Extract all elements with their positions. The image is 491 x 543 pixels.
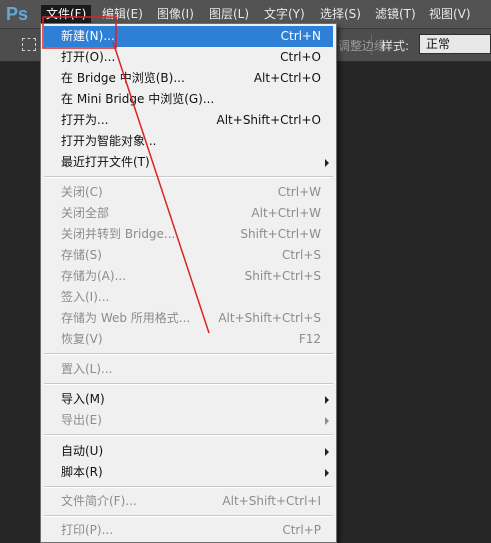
menu-image[interactable]: 图像(I): [152, 5, 199, 23]
menu-type[interactable]: 文字(Y): [259, 5, 310, 23]
menu-item-scripts[interactable]: 脚本(R): [44, 462, 333, 483]
style-label: 样式:: [381, 39, 410, 53]
menu-item-save[interactable]: 存储(S) Ctrl+S: [44, 245, 333, 266]
menu-item-label: 新建(N)...: [61, 29, 115, 43]
menu-select[interactable]: 选择(S): [315, 5, 366, 23]
menu-item-open[interactable]: 打开(O)... Ctrl+O: [44, 47, 333, 68]
submenu-arrow-icon: [325, 159, 329, 167]
menu-edit[interactable]: 编辑(E): [97, 5, 148, 23]
menu-item-open-as[interactable]: 打开为... Alt+Shift+Ctrl+O: [44, 110, 333, 131]
menu-item-shortcut: Ctrl+P: [282, 523, 321, 537]
menu-item-shortcut: Shift+Ctrl+S: [244, 269, 321, 283]
marquee-tool-icon[interactable]: [22, 38, 36, 51]
photoshop-logo: Ps: [6, 4, 29, 24]
menu-item-check-in[interactable]: 签入(I)...: [44, 287, 333, 308]
menu-item-save-as[interactable]: 存储为(A)... Shift+Ctrl+S: [44, 266, 333, 287]
menu-item-shortcut: F12: [298, 332, 321, 346]
style-select[interactable]: 正常: [419, 34, 491, 54]
menu-item-shortcut: Alt+Shift+Ctrl+S: [218, 311, 321, 325]
menu-item-new[interactable]: 新建(N)... Ctrl+N: [44, 26, 333, 47]
menu-item-label: 导出(E): [61, 413, 102, 427]
menu-item-label: 打开(O)...: [61, 50, 116, 64]
menu-item-shortcut: Ctrl+W: [277, 185, 321, 199]
menu-item-label: 置入(L)...: [61, 362, 113, 376]
menu-item-save-for-web[interactable]: 存储为 Web 所用格式... Alt+Shift+Ctrl+S: [44, 308, 333, 329]
menu-item-label: 最近打开文件(T): [61, 155, 150, 169]
menu-item-label: 自动(U): [61, 444, 104, 458]
menu-item-place[interactable]: 置入(L)...: [44, 359, 333, 380]
menu-item-close[interactable]: 关闭(C) Ctrl+W: [44, 182, 333, 203]
menu-item-label: 打印(P)...: [61, 523, 114, 537]
menu-item-label: 文件简介(F)...: [61, 494, 137, 508]
menu-separator: [44, 383, 333, 385]
menu-item-label: 关闭(C): [61, 185, 103, 199]
menu-separator: [44, 515, 333, 517]
menu-item-shortcut: Alt+Ctrl+W: [251, 206, 321, 220]
menu-view[interactable]: 视图(V): [424, 5, 476, 23]
menu-item-close-all[interactable]: 关闭全部 Alt+Ctrl+W: [44, 203, 333, 224]
menu-separator: [44, 434, 333, 436]
menu-item-label: 关闭并转到 Bridge...: [61, 227, 176, 241]
menu-item-revert[interactable]: 恢复(V) F12: [44, 329, 333, 350]
menu-item-browse-bridge[interactable]: 在 Bridge 中浏览(B)... Alt+Ctrl+O: [44, 68, 333, 89]
menu-item-file-info[interactable]: 文件简介(F)... Alt+Shift+Ctrl+I: [44, 491, 333, 512]
menu-item-label: 存储为(A)...: [61, 269, 127, 283]
menu-item-recent-files[interactable]: 最近打开文件(T): [44, 152, 333, 173]
menu-item-export[interactable]: 导出(E): [44, 410, 333, 431]
submenu-arrow-icon: [325, 396, 329, 404]
menu-item-shortcut: Ctrl+O: [280, 50, 321, 64]
menu-item-label: 关闭全部: [61, 206, 110, 220]
menu-item-shortcut: Alt+Shift+Ctrl+O: [216, 113, 321, 127]
menu-filter[interactable]: 滤镜(T): [370, 5, 421, 23]
submenu-arrow-icon: [325, 469, 329, 477]
menu-file[interactable]: 文件(F): [41, 5, 92, 23]
menu-item-close-go-bridge[interactable]: 关闭并转到 Bridge... Shift+Ctrl+W: [44, 224, 333, 245]
menu-item-import[interactable]: 导入(M): [44, 389, 333, 410]
menu-item-label: 存储(S): [61, 248, 102, 262]
menu-item-shortcut: Alt+Shift+Ctrl+I: [222, 494, 321, 508]
menu-item-label: 脚本(R): [61, 465, 103, 479]
menu-item-label: 在 Bridge 中浏览(B)...: [61, 71, 185, 85]
menu-item-label: 打开为智能对象...: [61, 134, 157, 148]
menu-item-shortcut: Shift+Ctrl+W: [240, 227, 321, 241]
submenu-arrow-icon: [325, 417, 329, 425]
options-divider: [371, 35, 372, 55]
menu-item-label: 打开为...: [61, 113, 109, 127]
menu-item-label: 存储为 Web 所用格式...: [61, 311, 191, 325]
menu-item-shortcut: Alt+Ctrl+O: [253, 71, 321, 85]
file-menu-dropdown: 新建(N)... Ctrl+N 打开(O)... Ctrl+O 在 Bridge…: [40, 23, 337, 543]
menu-item-browse-mini-bridge[interactable]: 在 Mini Bridge 中浏览(G)...: [44, 89, 333, 110]
menu-item-label: 恢复(V): [61, 332, 103, 346]
menu-separator: [44, 176, 333, 178]
menu-layer[interactable]: 图层(L): [204, 5, 254, 23]
menu-item-print[interactable]: 打印(P)... Ctrl+P: [44, 520, 333, 541]
menu-item-label: 在 Mini Bridge 中浏览(G)...: [61, 92, 215, 106]
menu-item-label: 签入(I)...: [61, 290, 110, 304]
menu-item-open-smart-object[interactable]: 打开为智能对象...: [44, 131, 333, 152]
menu-item-automate[interactable]: 自动(U): [44, 441, 333, 462]
menu-item-shortcut: Ctrl+N: [280, 29, 321, 43]
menu-item-label: 导入(M): [61, 392, 105, 406]
menu-separator: [44, 353, 333, 355]
submenu-arrow-icon: [325, 448, 329, 456]
refine-edge-button[interactable]: 调整边缘: [338, 37, 386, 54]
menu-separator: [44, 486, 333, 488]
menu-item-shortcut: Ctrl+S: [281, 248, 321, 262]
